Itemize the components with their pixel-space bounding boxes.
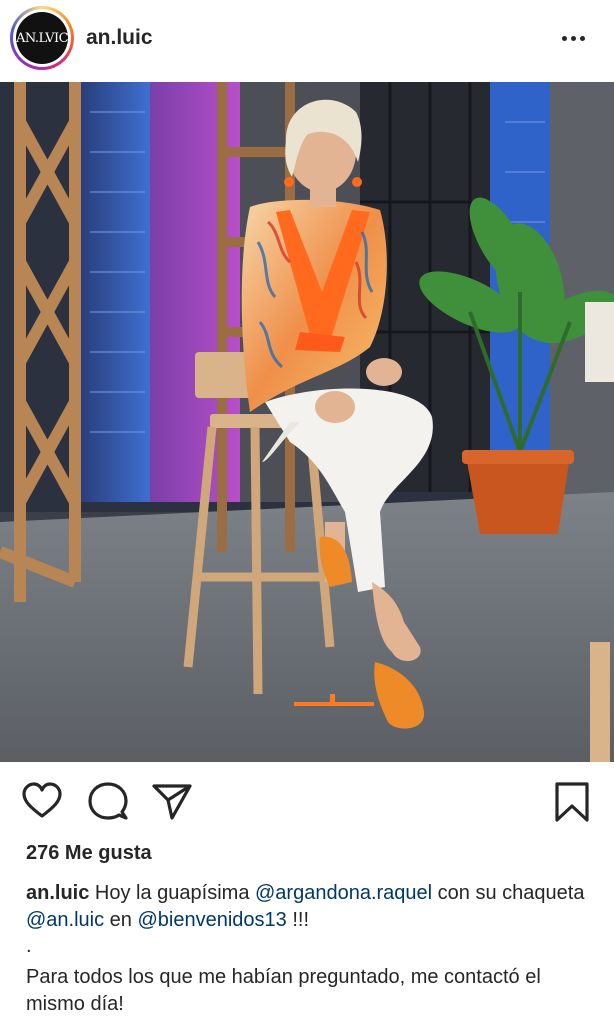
heart-icon[interactable] (20, 780, 64, 824)
caption-text: en (104, 909, 138, 931)
action-bar (0, 770, 614, 834)
bookmark-icon[interactable] (550, 780, 594, 824)
caption-username[interactable]: an.luic (26, 882, 89, 904)
post-photo[interactable] (0, 82, 614, 762)
caption-text: !!! (286, 909, 310, 931)
story-ring[interactable]: AN.LVIC (10, 6, 74, 70)
post-photo-illustration (0, 82, 614, 762)
likes-count[interactable]: 276 Me gusta (26, 842, 152, 865)
username-link[interactable]: an.luic (86, 26, 153, 50)
caption-text: Hoy la guapísima (89, 882, 255, 904)
caption-dot: . (26, 935, 32, 957)
paper-plane-icon[interactable] (150, 780, 194, 824)
caption-paragraph: Para todos los que me habían preguntado,… (26, 966, 541, 1015)
mention-link[interactable]: @argandona.raquel (255, 882, 432, 904)
comment-icon[interactable] (86, 780, 130, 824)
mention-link[interactable]: @bienvenidos13 (137, 909, 286, 931)
post-header: AN.LVIC an.luic (0, 0, 614, 80)
post-caption: an.luic Hoy la guapísima @argandona.raqu… (26, 880, 596, 1018)
more-options-icon[interactable] (562, 30, 592, 46)
mention-link[interactable]: @an.luic (26, 909, 104, 931)
caption-text: con su chaqueta (432, 882, 585, 904)
avatar[interactable]: AN.LVIC (16, 12, 69, 64)
